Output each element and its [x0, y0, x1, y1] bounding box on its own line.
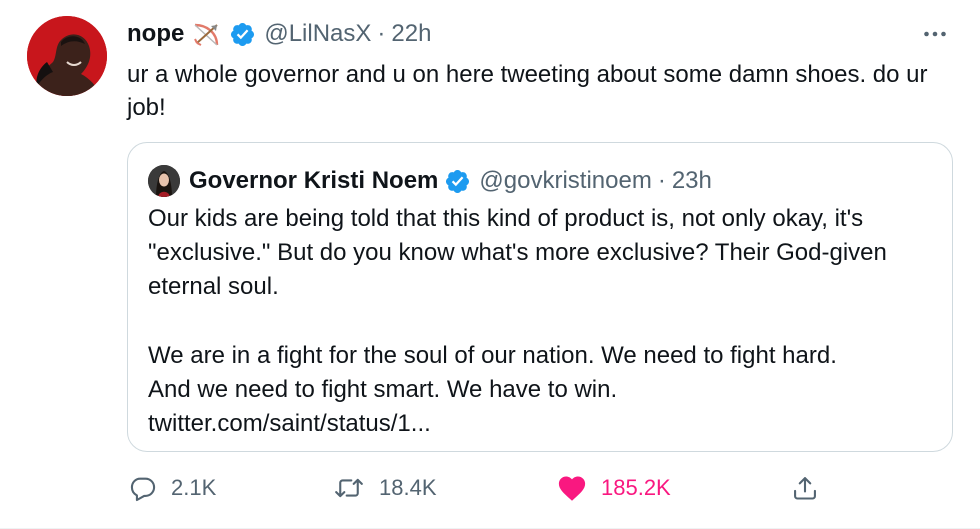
quoted-paragraph-2-line-2: And we need to fight smart. We have to w… — [148, 375, 618, 403]
quoted-avatar-photo-icon — [148, 165, 180, 197]
quoted-tweet-link[interactable]: twitter.com/saint/status/1... — [148, 407, 938, 441]
reply-button[interactable]: 2.1K — [129, 470, 216, 506]
quoted-paragraph-1: Our kids are being told that this kind o… — [148, 205, 887, 301]
quoted-tweet[interactable]: Governor Kristi Noem @govkristinoem · 23… — [127, 142, 953, 452]
tweet-actions: 2.1K 18.4K 185.2K — [127, 470, 847, 506]
quoted-tweet-timestamp[interactable]: 23h — [672, 166, 712, 196]
retweet-icon — [335, 478, 363, 498]
quoted-author-handle[interactable]: @govkristinoem — [479, 166, 651, 196]
quoted-verified-badge-icon — [444, 168, 471, 195]
quoted-tweet-header: Governor Kristi Noem @govkristinoem · 23… — [148, 165, 712, 197]
heart-icon — [558, 476, 586, 501]
author-handle[interactable]: @LilNasX — [264, 18, 371, 50]
tweet-timestamp[interactable]: 22h — [391, 18, 431, 50]
quoted-author-display-name[interactable]: Governor Kristi Noem — [189, 166, 438, 196]
bow-and-arrow-icon — [191, 21, 221, 47]
like-count: 185.2K — [601, 475, 671, 500]
quoted-separator-dot: · — [657, 167, 666, 194]
quoted-paragraph-2-line-1: We are in a fight for the soul of our na… — [148, 341, 837, 369]
more-dots-icon — [924, 31, 946, 37]
tweet-text: ur a whole governor and u on here tweeti… — [127, 61, 928, 121]
quoted-author-avatar[interactable] — [148, 165, 180, 197]
tweet-header: nope @LilNasX · 22h — [127, 18, 980, 50]
tweet-card[interactable]: nope @LilNasX · 22h ur a whole governor … — [0, 0, 980, 529]
avatar-photo-icon — [27, 16, 107, 96]
reply-icon — [130, 477, 156, 502]
separator-dot: · — [377, 20, 386, 47]
share-icon — [794, 477, 816, 500]
verified-badge-icon — [229, 21, 256, 48]
retweet-count: 18.4K — [379, 475, 437, 500]
reply-count: 2.1K — [171, 475, 217, 500]
author-display-name[interactable]: nope — [127, 18, 184, 50]
share-button[interactable] — [791, 470, 819, 506]
quoted-tweet-text: Our kids are being told that this kind o… — [148, 202, 938, 441]
more-options-button[interactable] — [920, 20, 950, 48]
retweet-button[interactable]: 18.4K — [333, 470, 437, 506]
author-avatar[interactable] — [27, 16, 107, 96]
like-button[interactable]: 185.2K — [557, 470, 671, 506]
